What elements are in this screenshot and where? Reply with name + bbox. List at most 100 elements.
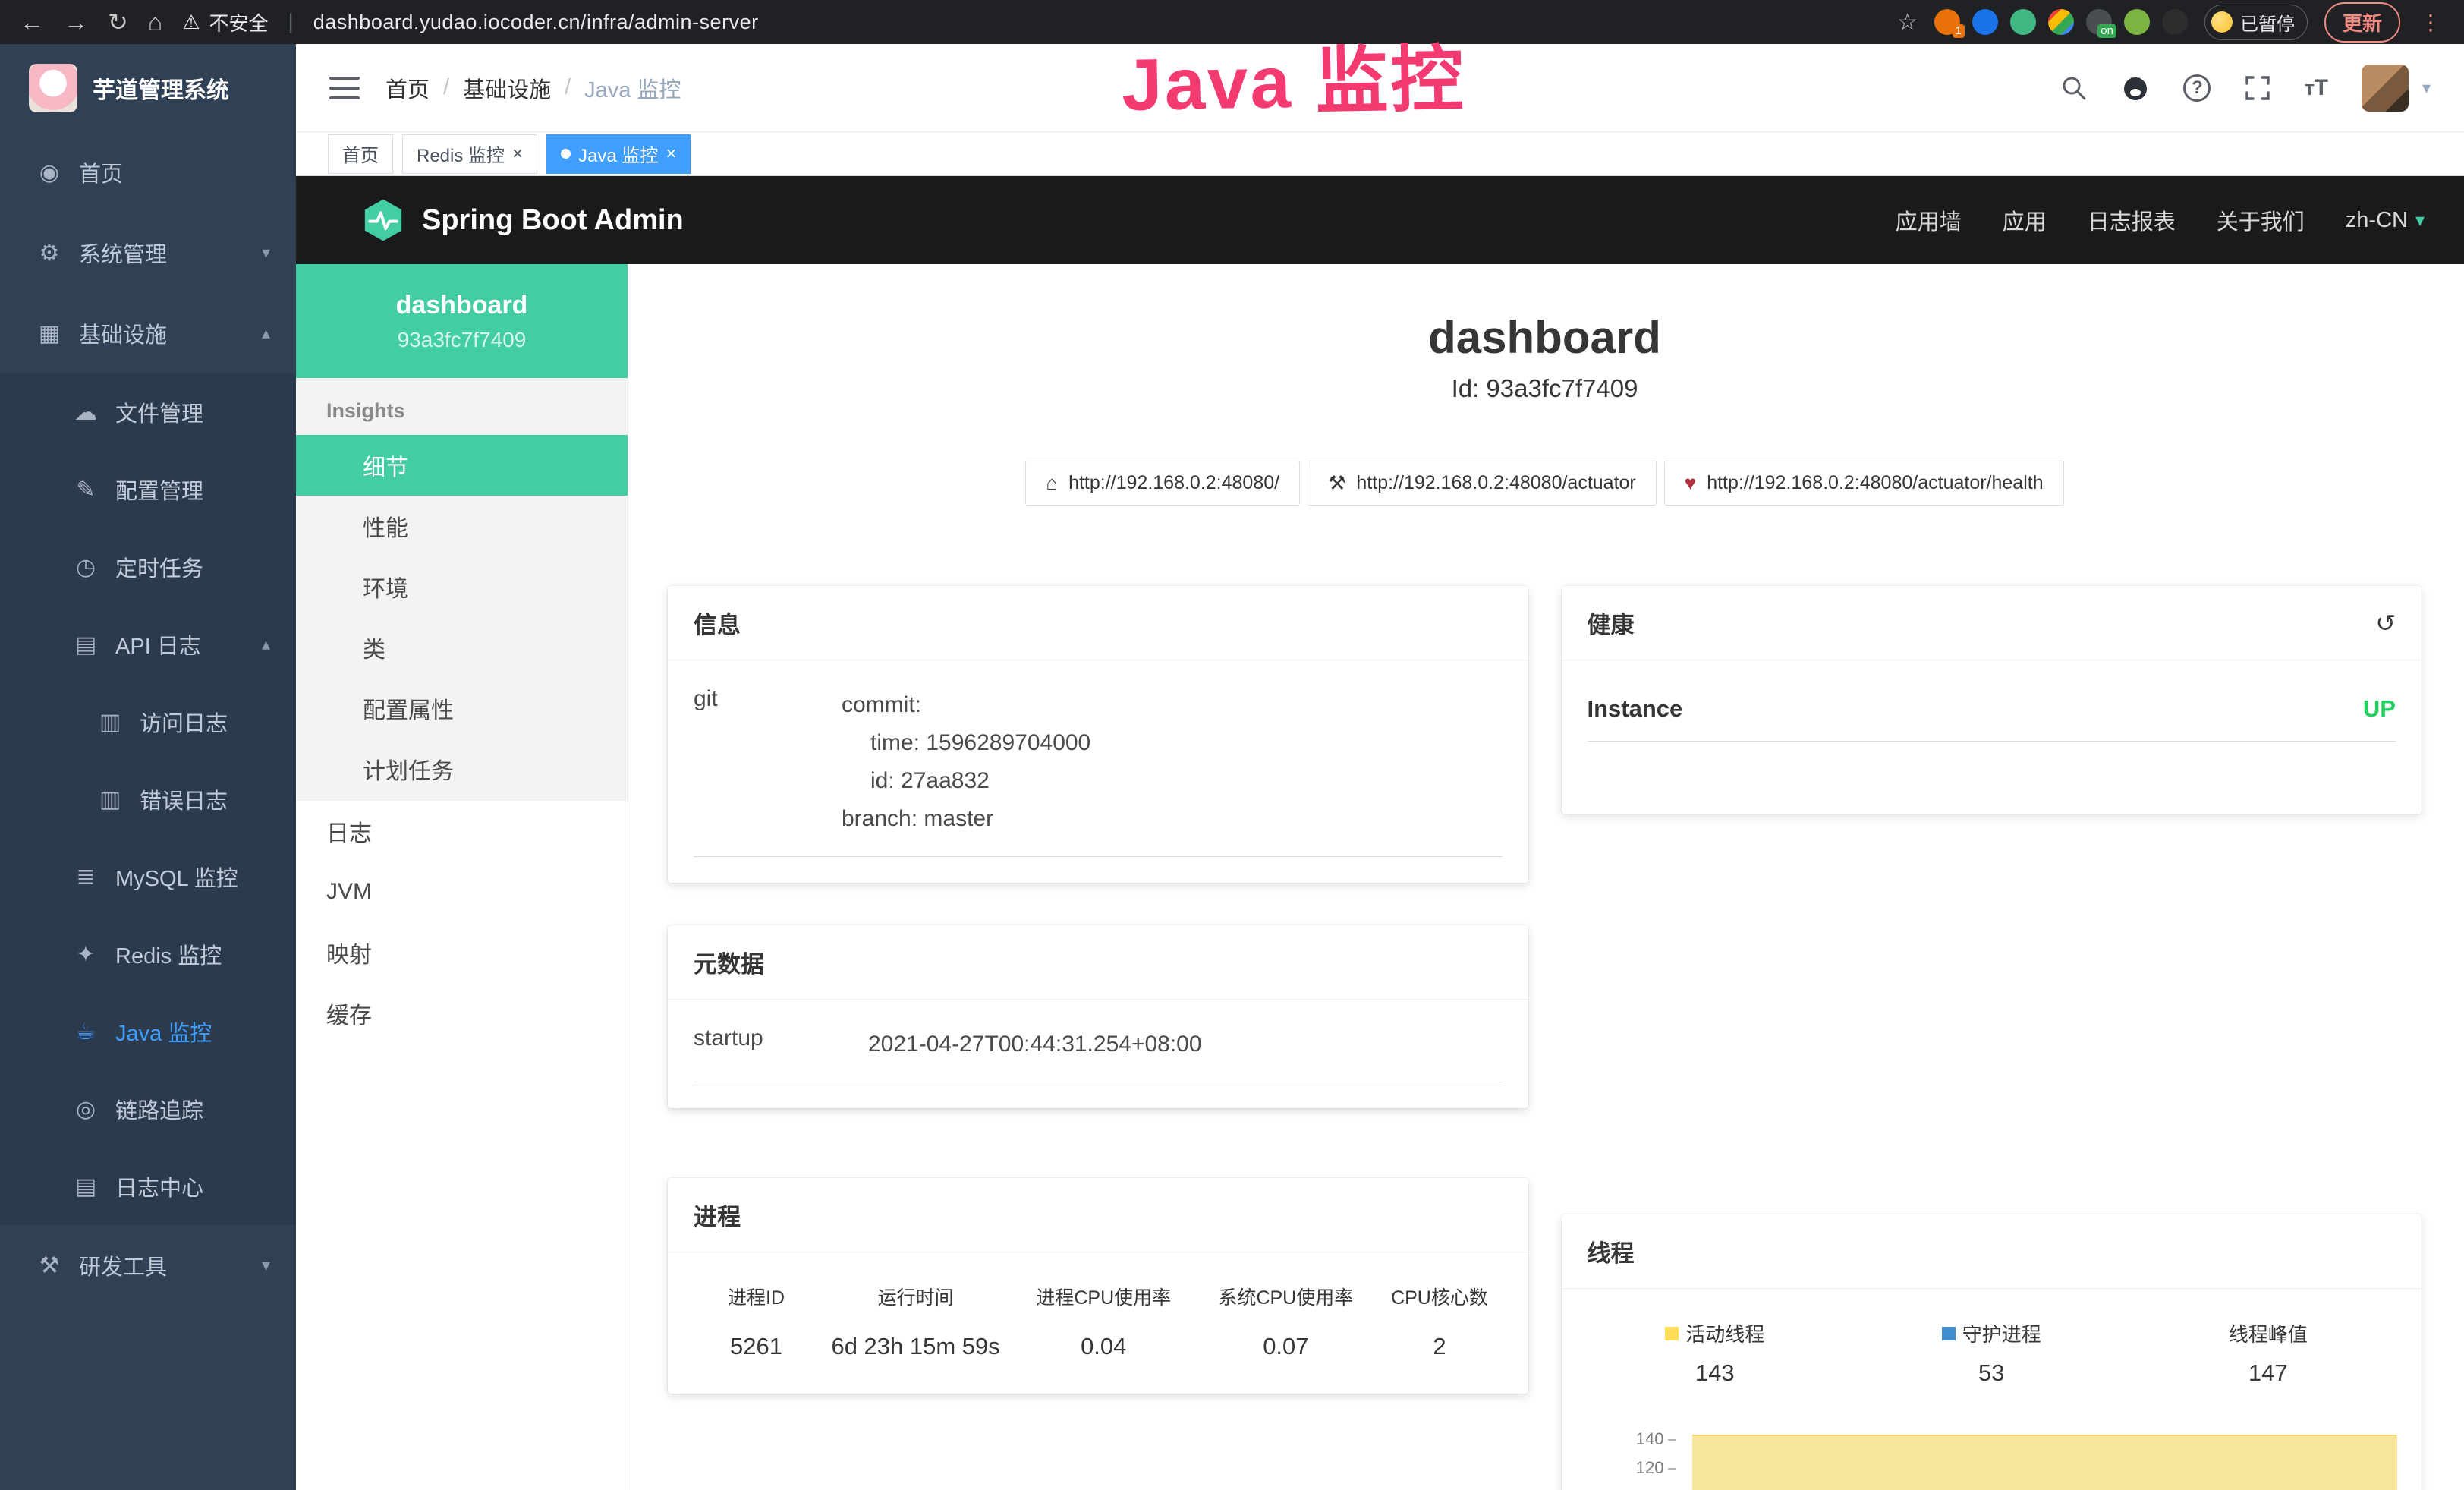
threads-legend: 活动线程 143 守护进程 53 bbox=[1577, 1307, 2407, 1387]
sidebar-item-system[interactable]: ⚙ 系统管理 ▾ bbox=[0, 213, 296, 293]
help-icon[interactable]: ? bbox=[2183, 74, 2211, 102]
extension-icon[interactable] bbox=[2048, 9, 2074, 35]
document-icon: ▥ bbox=[94, 709, 126, 736]
sidebar-item-label: API 日志 bbox=[115, 628, 201, 660]
search-icon[interactable] bbox=[2060, 74, 2088, 102]
breadcrumb-infra[interactable]: 基础设施 bbox=[463, 72, 551, 104]
fullscreen-icon[interactable] bbox=[2244, 74, 2271, 102]
sba-item-mappings[interactable]: 映射 bbox=[296, 922, 628, 983]
extension-icon[interactable]: on bbox=[2086, 9, 2112, 35]
info-row-git: git commit: time: 1596289704000 id: 27aa… bbox=[694, 686, 1503, 857]
sba-item-logs[interactable]: 日志 bbox=[296, 801, 628, 862]
profile-paused-badge[interactable]: 已暂停 bbox=[2204, 5, 2308, 40]
tag-redis[interactable]: Redis 监控 × bbox=[402, 134, 537, 174]
health-url-link[interactable]: ♥ http://192.168.0.2:48080/actuator/heal… bbox=[1664, 461, 2064, 506]
sba-brand[interactable]: Spring Boot Admin bbox=[361, 198, 684, 242]
sidebar-item-file[interactable]: ☁ 文件管理 bbox=[0, 373, 296, 451]
sba-nav-wallboard[interactable]: 应用墙 bbox=[1896, 204, 1962, 236]
sba-nav-about[interactable]: 关于我们 bbox=[2217, 204, 2305, 236]
sidebar-item-mysql[interactable]: ≣ MySQL 监控 bbox=[0, 838, 296, 915]
font-size-icon[interactable]: TT bbox=[2305, 75, 2328, 101]
browser-home-icon[interactable]: ⌂ bbox=[148, 8, 162, 36]
app-logo[interactable]: 芋道管理系统 bbox=[0, 44, 296, 132]
chevron-down-icon: ▾ bbox=[262, 1255, 270, 1275]
tag-java[interactable]: Java 监控 × bbox=[546, 134, 691, 174]
sidebar-item-job[interactable]: ◷ 定时任务 bbox=[0, 528, 296, 606]
chevron-up-icon: ▴ bbox=[262, 323, 270, 343]
extension-icon[interactable] bbox=[2124, 9, 2150, 35]
sidebar-item-java[interactable]: ☕ Java 监控 bbox=[0, 993, 296, 1070]
security-chip[interactable]: ⚠ 不安全 bbox=[182, 8, 268, 36]
refresh-icon[interactable]: ↻ bbox=[108, 8, 128, 36]
back-icon[interactable]: ← bbox=[20, 8, 44, 36]
y-tick: 120 bbox=[1577, 1458, 1676, 1478]
github-icon[interactable] bbox=[2121, 74, 2150, 102]
status-badge: UP bbox=[2363, 695, 2396, 723]
close-icon[interactable]: × bbox=[512, 143, 523, 165]
service-url-link[interactable]: ⌂ http://192.168.0.2:48080/ bbox=[1025, 461, 1300, 506]
process-pid: 5261 bbox=[694, 1333, 819, 1360]
topbar-icons: ? TT ▾ bbox=[2060, 65, 2431, 112]
info-card: 信息 git commit: time: 1596289704000 id: 2… bbox=[668, 586, 1528, 883]
legend-item-daemon: 守护进程 53 bbox=[1853, 1319, 2130, 1387]
extension-badge: 1 bbox=[1953, 24, 1965, 38]
close-icon[interactable]: × bbox=[666, 143, 676, 165]
update-button[interactable]: 更新 bbox=[2324, 2, 2400, 43]
update-label: 更新 bbox=[2343, 12, 2382, 35]
sidebar-item-infra[interactable]: ▦ 基础设施 ▴ bbox=[0, 293, 296, 373]
sba-item-configprops[interactable]: 配置属性 bbox=[296, 678, 628, 739]
sba-item-details[interactable]: 细节 bbox=[296, 435, 628, 496]
legend-value: 53 bbox=[1853, 1359, 2130, 1387]
actuator-url-link[interactable]: ⚒ http://192.168.0.2:48080/actuator bbox=[1308, 461, 1657, 506]
sidebar-item-label: Java 监控 bbox=[115, 1016, 212, 1047]
sidebar-item-config[interactable]: ✎ 配置管理 bbox=[0, 451, 296, 528]
instance-header[interactable]: dashboard 93a3fc7f7409 bbox=[296, 264, 628, 378]
sba-nav-applications[interactable]: 应用 bbox=[2003, 204, 2047, 236]
caret-down-icon[interactable]: ▾ bbox=[2422, 78, 2431, 98]
redis-icon: ✦ bbox=[70, 941, 102, 968]
grid-icon: ▦ bbox=[33, 320, 65, 347]
sba-item-caches[interactable]: 缓存 bbox=[296, 983, 628, 1044]
git-branch: branch: master bbox=[842, 800, 1503, 838]
tag-home[interactable]: 首页 bbox=[328, 134, 393, 174]
process-card: 进程 进程ID 运行时间 进程CPU使用率 系统CPU使用率 CPU核心数 bbox=[668, 1178, 1528, 1394]
wrench-icon: ⚒ bbox=[1328, 471, 1345, 495]
extension-icon[interactable] bbox=[2162, 9, 2188, 35]
locale-select[interactable]: zh-CN ▾ bbox=[2346, 208, 2425, 233]
sba-item-jvm[interactable]: JVM bbox=[296, 862, 628, 922]
sidebar-item-api-log[interactable]: ▤ API 日志 ▴ bbox=[0, 606, 296, 683]
sidebar-item-tracing[interactable]: ◎ 链路追踪 bbox=[0, 1070, 296, 1148]
browser-menu-icon[interactable]: ⋮ bbox=[2417, 10, 2444, 35]
sidebar-item-access-log[interactable]: ▥ 访问日志 bbox=[0, 683, 296, 761]
extension-icon[interactable] bbox=[2010, 9, 2036, 35]
sba-item-metrics[interactable]: 性能 bbox=[296, 496, 628, 556]
sidebar-item-label: 链路追踪 bbox=[115, 1093, 203, 1125]
forward-icon[interactable]: → bbox=[64, 8, 88, 36]
legend-swatch bbox=[1942, 1327, 1956, 1340]
sba-item-classes[interactable]: 类 bbox=[296, 617, 628, 678]
process-uptime: 6d 23h 15m 59s bbox=[819, 1333, 1012, 1360]
sidebar-item-home[interactable]: ◉ 首页 bbox=[0, 132, 296, 213]
breadcrumb-home[interactable]: 首页 bbox=[385, 72, 430, 104]
sidebar-item-error-log[interactable]: ▥ 错误日志 bbox=[0, 761, 296, 838]
sidebar-item-label: 日志中心 bbox=[115, 1170, 203, 1202]
hamburger-icon[interactable] bbox=[329, 77, 360, 99]
clock-icon: ◷ bbox=[70, 554, 102, 581]
cloud-icon: ☁ bbox=[70, 399, 102, 426]
avatar[interactable] bbox=[2362, 65, 2409, 112]
extension-icon[interactable] bbox=[1972, 9, 1998, 35]
tags-bar: 首页 Redis 监控 × Java 监控 × bbox=[296, 132, 2464, 176]
extension-icon[interactable]: 1 bbox=[1934, 9, 1960, 35]
sba-nav-journal[interactable]: 日志报表 bbox=[2088, 204, 2176, 236]
sidebar-item-log-center[interactable]: ▤ 日志中心 bbox=[0, 1148, 296, 1225]
tools-icon: ⚒ bbox=[33, 1252, 65, 1279]
sidebar-item-dev-tools[interactable]: ⚒ 研发工具 ▾ bbox=[0, 1225, 296, 1306]
sba-item-environment[interactable]: 环境 bbox=[296, 556, 628, 617]
bookmark-star-icon[interactable]: ☆ bbox=[1897, 9, 1918, 36]
url-bar[interactable]: dashboard.yudao.iocoder.cn/infra/admin-s… bbox=[313, 11, 1877, 34]
sidebar-item-redis[interactable]: ✦ Redis 监控 bbox=[0, 915, 296, 993]
history-icon[interactable]: ↺ bbox=[2375, 609, 2396, 638]
health-row: Instance UP bbox=[1588, 695, 2396, 742]
sidebar: 芋道管理系统 ◉ 首页 ⚙ 系统管理 ▾ ▦ 基础设施 ▴ ☁ 文件管理 ✎ bbox=[0, 44, 296, 1490]
sba-item-scheduled-tasks[interactable]: 计划任务 bbox=[296, 739, 628, 799]
